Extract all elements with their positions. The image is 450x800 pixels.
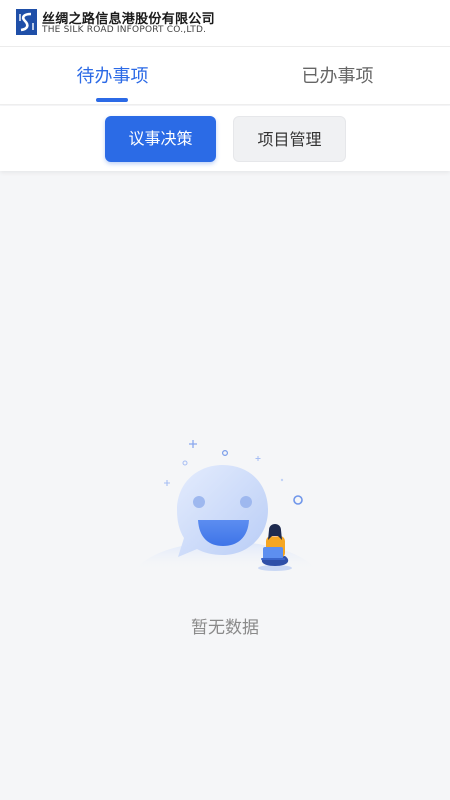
tab-active-indicator: [96, 98, 128, 102]
empty-state-text: 暂无数据: [191, 618, 259, 638]
empty-chat-illustration: [135, 440, 317, 571]
tab-completed[interactable]: 已办事项: [225, 47, 450, 105]
segment-decision-button[interactable]: 议事决策: [105, 116, 216, 162]
app-header: 丝绸之路信息港股份有限公司 THE SILK ROAD INFOPORT CO.…: [0, 0, 450, 47]
category-segment-bar: 议事决策 项目管理: [0, 106, 450, 171]
page: 丝绸之路信息港股份有限公司 THE SILK ROAD INFOPORT CO.…: [0, 0, 450, 800]
segment-project-button[interactable]: 项目管理: [233, 116, 346, 162]
tab-pending[interactable]: 待办事项: [0, 47, 225, 105]
tab-bar: 待办事项 已办事项: [0, 47, 450, 105]
company-name-en: THE SILK ROAD INFOPORT CO.,LTD.: [42, 25, 207, 35]
silk-road-logo-icon: [16, 9, 37, 35]
